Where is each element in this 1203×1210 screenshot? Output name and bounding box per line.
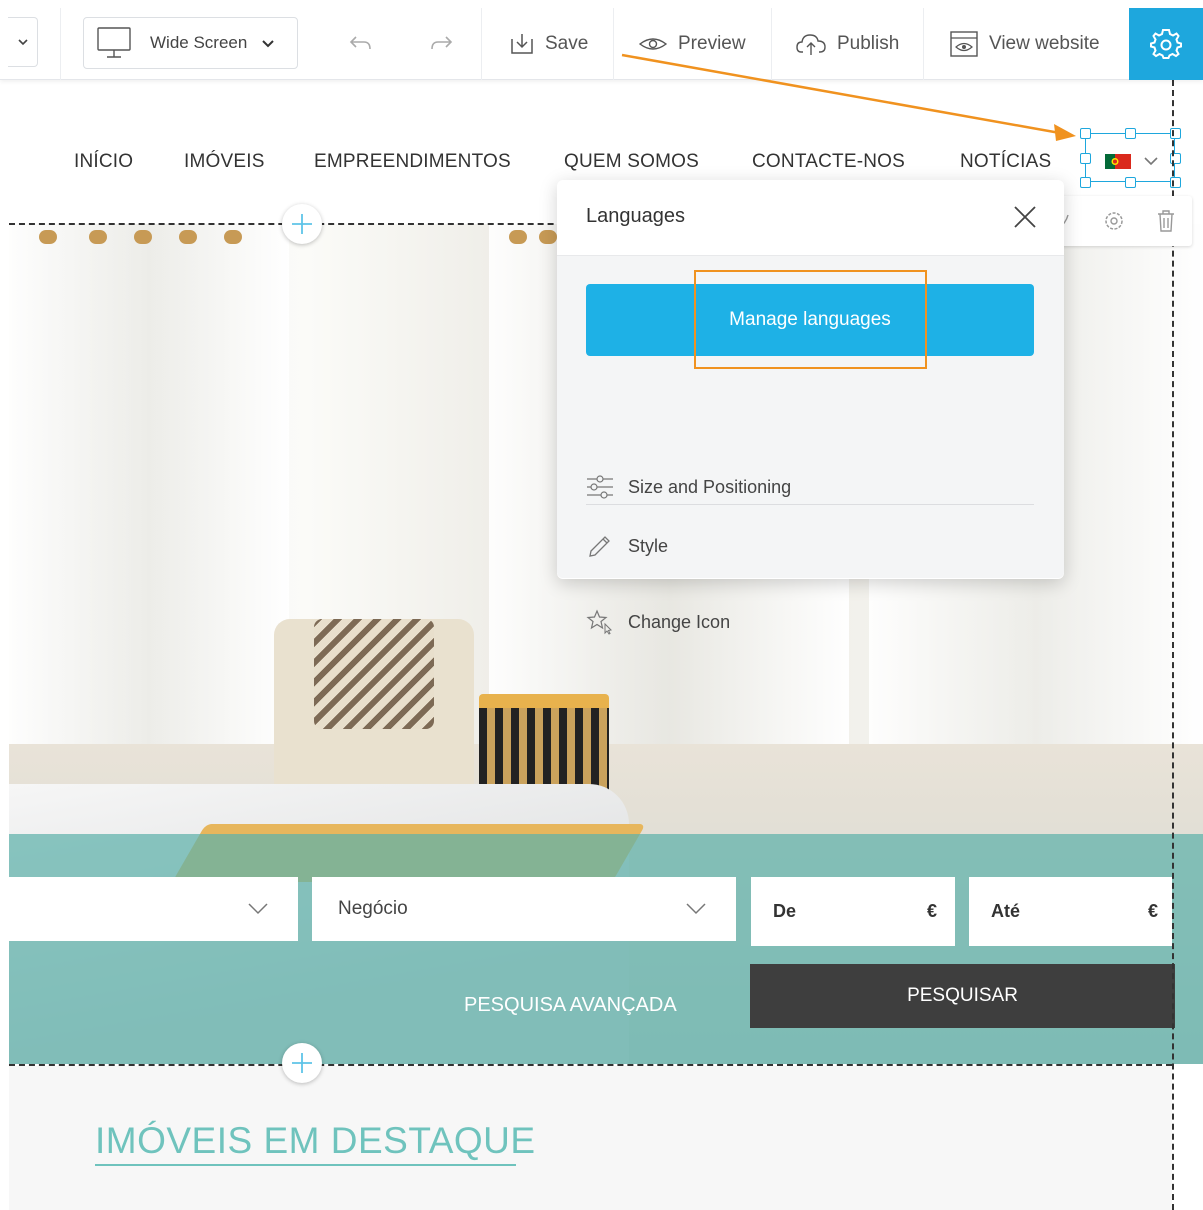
price-from-label: De <box>773 901 797 921</box>
star-cursor-icon <box>586 609 613 635</box>
featured-title: IMÓVEIS EM DESTAQUE <box>95 1120 536 1161</box>
toolbar-divider <box>60 8 61 80</box>
change-icon-option[interactable]: Change Icon <box>586 608 730 636</box>
trash-icon[interactable] <box>1156 209 1176 233</box>
monitor-icon <box>97 27 131 58</box>
size-positioning-label: Size and Positioning <box>628 476 792 497</box>
undo-icon <box>349 36 371 50</box>
download-icon <box>511 34 533 54</box>
curtain-ring <box>39 230 57 244</box>
resize-handle[interactable] <box>1080 153 1091 164</box>
plus-icon <box>292 1053 312 1073</box>
price-to-label: Até <box>991 901 1021 921</box>
popover-title: Languages <box>586 205 685 227</box>
screen-mode-label: Wide Screen <box>150 33 248 52</box>
sliders-icon <box>587 475 613 499</box>
cloud-upload-icon <box>796 34 826 55</box>
nav-item-empreendimentos[interactable]: EMPREENDIMENTOS <box>314 151 511 173</box>
popover-header: Languages <box>557 180 1064 256</box>
toolbar-divider <box>613 8 614 80</box>
resize-handle[interactable] <box>1080 177 1091 188</box>
undo-button[interactable] <box>348 8 384 80</box>
featured-underline <box>95 1164 516 1166</box>
style-label: Style <box>628 535 669 556</box>
editor-toolbar: Wide Screen Save Preview Publish View we… <box>0 0 1203 80</box>
curtain-ring <box>134 230 152 244</box>
search-panel <box>9 834 1203 1064</box>
chevron-down-icon <box>262 40 275 48</box>
popover-divider <box>586 504 1034 505</box>
hero-curtain <box>9 224 289 834</box>
plus-icon <box>292 214 312 234</box>
nav-item-imoveis[interactable]: IMÓVEIS <box>184 151 265 173</box>
curtain-ring <box>179 230 197 244</box>
page-dropdown[interactable] <box>8 17 38 67</box>
redo-icon <box>431 36 453 50</box>
resize-handle[interactable] <box>1080 128 1091 139</box>
annotation-highlight-box <box>694 270 927 369</box>
gear-icon[interactable] <box>1103 210 1125 232</box>
toolbar-divider <box>923 8 924 80</box>
curtain-ring <box>89 230 107 244</box>
currency-symbol: € <box>926 901 937 921</box>
toolbar-divider <box>771 8 772 80</box>
gear-icon <box>1150 29 1182 59</box>
eye-icon <box>638 38 668 50</box>
search-button[interactable]: PESQUISAR <box>750 964 1175 1028</box>
curtain-ring <box>224 230 242 244</box>
nav-item-inicio[interactable]: INÍCIO <box>74 151 133 173</box>
size-positioning-option[interactable]: Size and Positioning <box>586 473 791 501</box>
publish-button[interactable]: Publish <box>795 8 899 80</box>
add-section-button[interactable] <box>282 204 322 244</box>
currency-symbol: € <box>1147 901 1158 921</box>
section-guide-right <box>1172 80 1174 1210</box>
chevron-down-icon <box>686 903 706 915</box>
close-icon[interactable] <box>1013 205 1037 229</box>
nav-item-contacte-nos[interactable]: CONTACTE-NOS <box>752 151 905 173</box>
browser-eye-icon <box>950 31 978 57</box>
portugal-flag-icon <box>1105 154 1131 169</box>
advanced-search-link[interactable]: PESQUISA AVANÇADA <box>464 994 677 1017</box>
nav-item-quem-somos[interactable]: QUEM SOMOS <box>564 151 699 173</box>
screen-mode-select[interactable]: Wide Screen <box>83 17 298 69</box>
toolbar-divider <box>481 8 482 80</box>
price-to-input[interactable]: Até € <box>969 877 1172 946</box>
resize-handle[interactable] <box>1125 128 1136 139</box>
chevron-down-icon <box>17 39 28 46</box>
resize-handle[interactable] <box>1125 177 1136 188</box>
settings-button[interactable] <box>1129 8 1203 80</box>
negocio-select[interactable]: Negócio <box>312 877 736 941</box>
save-label: Save <box>545 33 589 54</box>
add-section-button[interactable] <box>282 1043 322 1083</box>
preview-button[interactable]: Preview <box>638 8 746 80</box>
save-button[interactable]: Save <box>509 8 588 80</box>
change-icon-label: Change Icon <box>628 611 731 632</box>
language-selector[interactable] <box>1080 128 1181 188</box>
nav-item-noticias[interactable]: NOTÍCIAS <box>960 151 1051 173</box>
view-website-button[interactable]: View website <box>949 8 1100 80</box>
chevron-down-icon <box>1144 157 1158 166</box>
style-option[interactable]: Style <box>586 532 668 560</box>
pencil-icon <box>589 536 610 557</box>
publish-label: Publish <box>837 33 900 54</box>
chevron-down-icon <box>248 903 268 915</box>
negocio-label: Negócio <box>338 898 408 919</box>
location-select[interactable] <box>9 877 298 941</box>
curtain-ring <box>509 230 527 244</box>
languages-popover: Languages Manage languages Size and Posi… <box>557 180 1064 635</box>
view-website-label: View website <box>989 33 1100 54</box>
price-from-input[interactable]: De € <box>751 877 955 946</box>
curtain-ring <box>539 230 557 244</box>
hero-pillow <box>314 619 434 729</box>
redo-button[interactable] <box>428 8 464 80</box>
preview-label: Preview <box>678 33 746 54</box>
